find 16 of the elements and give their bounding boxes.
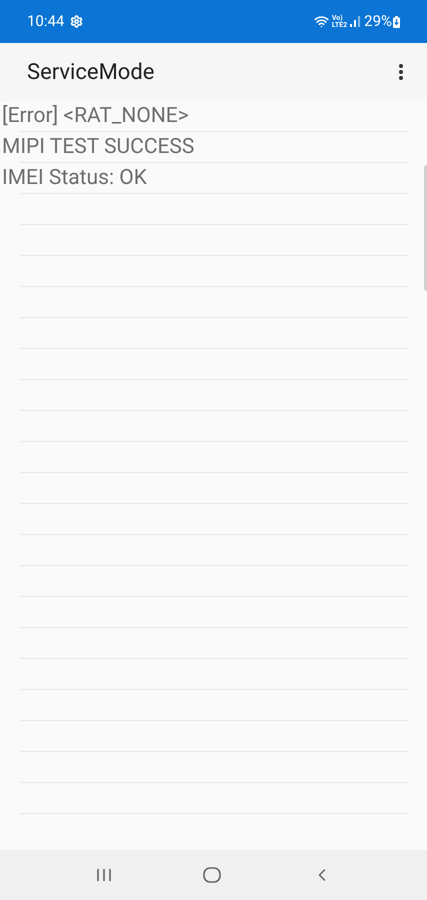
recent-apps-icon <box>96 868 112 882</box>
log-line: IMEI Status: OK <box>2 165 147 191</box>
clock: 10:44 <box>27 11 64 32</box>
home-button[interactable] <box>202 867 220 883</box>
home-icon <box>202 867 220 883</box>
log-line: MIPI TEST SUCCESS <box>2 134 194 160</box>
app-title: ServiceMode <box>27 58 156 86</box>
more-options-button[interactable] <box>397 62 405 82</box>
more-options-icon <box>399 64 403 80</box>
battery-charging-icon <box>393 16 400 28</box>
settings-icon <box>70 15 84 28</box>
signal-icon <box>350 16 360 27</box>
wifi-icon <box>314 14 329 29</box>
log-line: [Error] <RAT_NONE> <box>2 103 189 129</box>
recent-apps-button[interactable] <box>96 868 112 882</box>
battery-percentage: 29% <box>364 11 392 32</box>
